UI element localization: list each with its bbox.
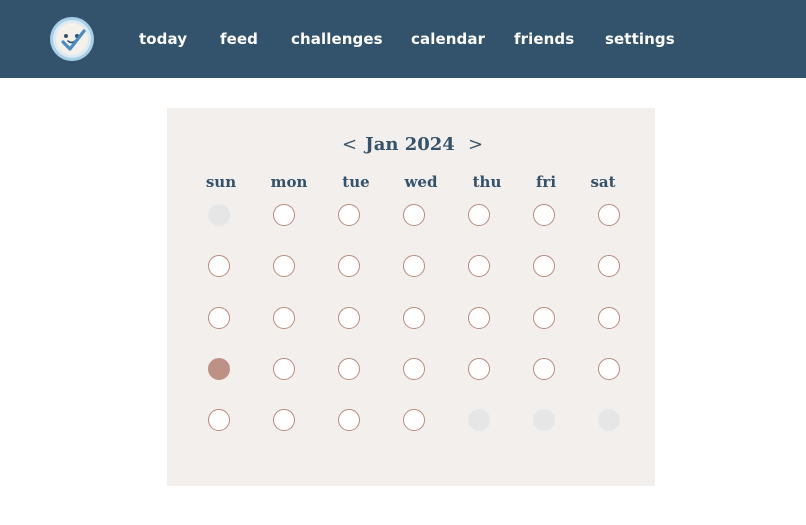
nav-link-settings[interactable]: settings <box>605 0 675 78</box>
outside-month-day-circle <box>598 409 620 431</box>
nav-link-calendar[interactable]: calendar <box>411 0 485 78</box>
day-circle[interactable] <box>273 255 295 277</box>
day-circle[interactable] <box>273 409 295 431</box>
nav-link-today[interactable]: today <box>139 0 187 78</box>
completed-day-circle[interactable] <box>208 358 230 380</box>
day-circle[interactable] <box>208 307 230 329</box>
day-circle[interactable] <box>338 409 360 431</box>
day-circle[interactable] <box>468 307 490 329</box>
weekday-label-mon: mon <box>270 173 308 191</box>
day-circle[interactable] <box>533 307 555 329</box>
day-circle[interactable] <box>598 255 620 277</box>
nav-link-feed[interactable]: feed <box>220 0 258 78</box>
month-title: Jan 2024 <box>365 134 455 155</box>
day-circle[interactable] <box>273 307 295 329</box>
weekday-label-wed: wed <box>404 173 438 191</box>
weekday-label-sun: sun <box>205 173 237 191</box>
day-circle[interactable] <box>533 358 555 380</box>
day-circle[interactable] <box>468 204 490 226</box>
next-month-button[interactable]: > <box>468 127 483 163</box>
day-circle[interactable] <box>338 358 360 380</box>
day-circle[interactable] <box>468 255 490 277</box>
month-header: < Jan 2024 > <box>0 127 806 163</box>
weekday-label-tue: tue <box>342 173 370 191</box>
outside-month-day-circle <box>533 409 555 431</box>
day-circle[interactable] <box>403 255 425 277</box>
outside-month-day-circle <box>468 409 490 431</box>
nav-link-challenges[interactable]: challenges <box>291 0 383 78</box>
top-navbar: today feed challenges calendar friends s… <box>0 0 806 78</box>
day-circle[interactable] <box>208 409 230 431</box>
day-circle[interactable] <box>533 255 555 277</box>
day-circle[interactable] <box>273 204 295 226</box>
day-circle[interactable] <box>403 409 425 431</box>
day-circle[interactable] <box>338 255 360 277</box>
day-circle[interactable] <box>403 204 425 226</box>
day-circle[interactable] <box>533 204 555 226</box>
day-circle[interactable] <box>208 255 230 277</box>
nav-link-friends[interactable]: friends <box>514 0 574 78</box>
day-circle[interactable] <box>403 358 425 380</box>
day-circle[interactable] <box>338 307 360 329</box>
day-circle[interactable] <box>338 204 360 226</box>
day-circle[interactable] <box>598 307 620 329</box>
day-circle[interactable] <box>598 204 620 226</box>
day-circle[interactable] <box>403 307 425 329</box>
app-logo-icon[interactable] <box>49 16 95 62</box>
weekday-label-sat: sat <box>590 173 616 191</box>
day-circle[interactable] <box>468 358 490 380</box>
outside-month-day-circle <box>208 204 230 226</box>
day-circle[interactable] <box>598 358 620 380</box>
day-circle[interactable] <box>273 358 295 380</box>
